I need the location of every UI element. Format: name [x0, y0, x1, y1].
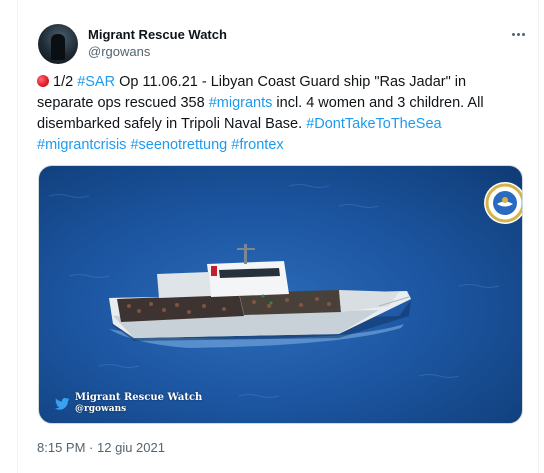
hashtag-link[interactable]: #DontTakeToTheSea: [306, 116, 441, 132]
ship-photo-illustration: [48, 184, 500, 398]
bird-icon: [55, 398, 71, 410]
tweet-text-run: 1/2: [53, 74, 78, 90]
avatar[interactable]: [38, 24, 78, 64]
tweet-card: Migrant Rescue Watch @rgowans 1/2 #SAR O…: [17, 0, 539, 473]
timestamp-separator: ·: [89, 440, 94, 455]
hashtag-link[interactable]: #migrants: [209, 95, 273, 111]
display-name[interactable]: Migrant Rescue Watch: [88, 27, 227, 42]
watermark-title: Migrant Rescue Watch: [75, 392, 203, 403]
hashtag-link[interactable]: #seenotrettung: [130, 137, 227, 153]
coast-guard-emblem-icon: [484, 182, 522, 224]
hashtag-link[interactable]: #migrantcrisis: [37, 137, 126, 153]
red-circle-icon: [37, 75, 49, 87]
hashtag-link[interactable]: #SAR: [77, 74, 115, 90]
watermark-handle: @rgowans: [75, 404, 127, 414]
tweet-date: 12 giu 2021: [97, 440, 165, 455]
tweet-text-segments: 1/2 #SAR Op 11.06.21 - Libyan Coast Guar…: [37, 74, 484, 153]
user-handle[interactable]: @rgowans: [88, 44, 150, 59]
tweet-timestamp[interactable]: 8:15 PM · 12 giu 2021: [37, 440, 165, 455]
tweet-time: 8:15 PM: [37, 440, 86, 455]
tweet-photo[interactable]: Migrant Rescue Watch @rgowans: [38, 165, 523, 424]
hashtag-link[interactable]: #frontex: [231, 137, 283, 153]
more-horizontal-icon[interactable]: [506, 24, 530, 44]
tweet-text: 1/2 #SAR Op 11.06.21 - Libyan Coast Guar…: [37, 72, 523, 156]
